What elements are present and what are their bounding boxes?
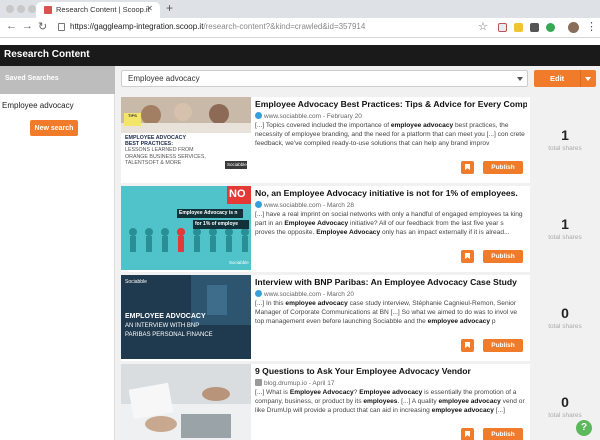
globe-icon	[255, 201, 262, 208]
forward-icon[interactable]: →	[22, 20, 33, 32]
drumup-icon	[255, 379, 262, 386]
shares-box: 1 total shares	[530, 186, 600, 272]
tab-title: Research Content | Scoop.it	[56, 5, 150, 14]
edit-label: Edit	[550, 74, 565, 83]
bookmark-icon	[465, 342, 470, 348]
article-thumbnail[interactable]	[121, 364, 251, 440]
bookmark-button[interactable]	[461, 250, 474, 263]
browser-tab-bar: Research Content | Scoop.it ✕ +	[0, 0, 600, 18]
app-header: Research Content	[0, 45, 600, 66]
article-snippet: [...] What is Employee Advocacy? Employe…	[255, 389, 525, 414]
publish-button[interactable]: Publish	[483, 428, 523, 440]
thumb-brand: Sociabble	[125, 279, 147, 285]
globe-icon	[255, 290, 262, 297]
shares-box: 1 total shares	[530, 97, 600, 183]
article-thumbnail[interactable]: NO Employee Advocacy is n for 1% of empl…	[121, 186, 251, 270]
question-icon[interactable]: ?	[576, 420, 592, 436]
article-thumbnail[interactable]: TIPS EMPLOYEE ADVOCACY BEST PRACTICES: L…	[121, 97, 251, 181]
new-tab-icon[interactable]: +	[166, 1, 173, 15]
extension-icon[interactable]	[514, 23, 523, 32]
bookmark-button[interactable]	[461, 161, 474, 174]
saved-searches-label: Saved Searches	[5, 75, 59, 82]
article-title[interactable]: No, an Employee Advocacy initiative is n…	[255, 188, 527, 198]
article-snippet: [...] In this employee advocacy case stu…	[255, 300, 518, 325]
bookmark-icon	[465, 253, 470, 259]
browser-menu-icon[interactable]: ⋮	[586, 20, 597, 33]
article-thumbnail[interactable]: Sociabble EMPLOYEE ADVOCACY AN INTERVIEW…	[121, 275, 251, 359]
content-card: NO Employee Advocacy is n for 1% of empl…	[121, 186, 530, 272]
search-select-value: Employee advocacy	[128, 74, 200, 83]
shares-count: 1	[561, 216, 569, 232]
bookmark-button[interactable]	[461, 339, 474, 352]
thumb-brand: Sociabble	[227, 162, 247, 167]
shares-label: total shares	[548, 323, 582, 330]
shares-count: 1	[561, 127, 569, 143]
globe-icon	[255, 112, 262, 119]
tab-close-icon[interactable]: ✕	[146, 4, 153, 13]
url-host: https://gaggleamp-integration.scoop.it	[70, 22, 204, 31]
article-source: www.sociabble.com - February 20	[255, 112, 362, 120]
content-card: 9 Questions to Ask Your Employee Advocac…	[121, 364, 530, 440]
publish-button[interactable]: Publish	[483, 161, 523, 174]
shares-box: 0 total shares	[530, 275, 600, 361]
article-source: www.sociabble.com - March 20	[255, 290, 354, 298]
bookmark-star-icon[interactable]: ☆	[478, 20, 488, 33]
sidebar-item-employee-advocacy[interactable]: Employee advocacy	[2, 101, 74, 110]
back-icon[interactable]: ←	[6, 20, 17, 32]
window-zoom-dot[interactable]	[28, 5, 36, 13]
thumb-brand: Sociabble	[229, 260, 249, 265]
sidebar: Saved Searches Employee advocacy New sea…	[0, 66, 115, 440]
browser-toolbar: ← → ↻ https://gaggleamp-integration.scoo…	[0, 18, 600, 38]
shares-count: 0	[561, 305, 569, 321]
shares-count: 0	[561, 394, 569, 410]
article-source: www.sociabble.com - March 28	[255, 201, 354, 209]
article-title[interactable]: Interview with BNP Paribas: An Employee …	[255, 277, 527, 287]
edit-button[interactable]: Edit	[534, 70, 596, 87]
chevron-down-icon	[517, 77, 523, 81]
window-minimize-dot[interactable]	[17, 5, 25, 13]
url-path: /research-content?&kind=crawled&id=35791…	[203, 22, 366, 31]
bookmark-icon	[465, 164, 470, 170]
new-search-button[interactable]: New search	[30, 120, 78, 136]
bookmark-button[interactable]	[461, 428, 474, 440]
article-title[interactable]: 9 Questions to Ask Your Employee Advocac…	[255, 366, 527, 376]
article-title[interactable]: Employee Advocacy Best Practices: Tips &…	[255, 99, 527, 109]
reload-icon[interactable]: ↻	[38, 20, 47, 33]
scoopit-favicon-icon	[44, 6, 52, 14]
extension-icon[interactable]	[546, 23, 555, 32]
shares-label: total shares	[548, 412, 582, 419]
window-close-dot[interactable]	[6, 5, 14, 13]
extension-icon[interactable]	[498, 23, 507, 32]
saved-searches-header: Saved Searches	[0, 66, 115, 94]
shares-label: total shares	[548, 234, 582, 241]
bookmark-icon	[465, 431, 470, 437]
address-bar[interactable]: https://gaggleamp-integration.scoop.it/r…	[70, 22, 365, 31]
lock-icon	[58, 23, 65, 31]
search-select[interactable]: Employee advocacy	[121, 70, 528, 87]
shares-label: total shares	[548, 145, 582, 152]
content-card: Sociabble EMPLOYEE ADVOCACY AN INTERVIEW…	[121, 275, 530, 361]
thumb-badge: TIPS	[124, 113, 141, 126]
main-content: Employee advocacy Edit TIPS EMPLOYEE ADV…	[115, 66, 600, 440]
content-card: TIPS EMPLOYEE ADVOCACY BEST PRACTICES: L…	[121, 97, 530, 183]
article-source: blog.drumup.io - April 17	[255, 379, 334, 387]
publish-button[interactable]: Publish	[483, 250, 523, 263]
page-title: Research Content	[4, 49, 90, 60]
extension-icon[interactable]	[530, 23, 539, 32]
browser-tab[interactable]: Research Content | Scoop.it ✕	[36, 2, 160, 18]
article-snippet: [...] Topics covered included the import…	[255, 122, 525, 147]
profile-avatar[interactable]	[568, 22, 579, 33]
article-snippet: [...] have a real imprint on social netw…	[255, 211, 523, 236]
publish-button[interactable]: Publish	[483, 339, 523, 352]
chevron-down-icon[interactable]	[585, 77, 591, 81]
